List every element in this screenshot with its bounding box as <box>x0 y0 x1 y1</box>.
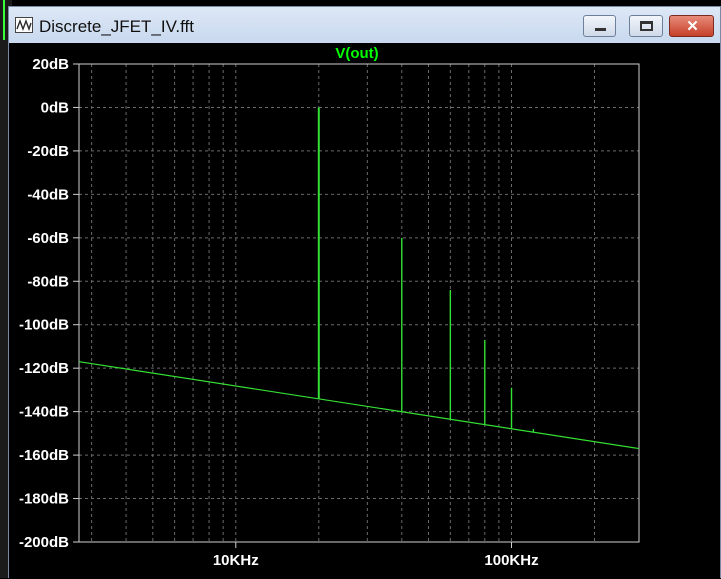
y-tick-label: 0dB <box>41 99 70 116</box>
y-tick-label: -40dB <box>27 186 69 203</box>
y-tick-label: -20dB <box>27 143 69 160</box>
y-tick-label: -140dB <box>19 404 69 421</box>
noise-floor-line <box>78 361 640 450</box>
chart-grid <box>79 63 639 543</box>
x-tick-label: 10KHz <box>213 552 259 569</box>
y-tick-label: -180dB <box>19 491 69 508</box>
y-axis: 20dB 0dB -20dB -40dB -60dB -80dB -100dB -120dB -… <box>19 56 79 551</box>
chart-title: V(out) <box>335 45 378 62</box>
y-tick-label: -60dB <box>27 230 69 247</box>
y-tick-label: -160dB <box>19 447 69 464</box>
y-tick-label: -200dB <box>19 534 69 551</box>
y-tick-label: 20dB <box>32 56 69 73</box>
y-tick-label: -100dB <box>19 317 69 334</box>
y-tick-label: -80dB <box>27 273 69 290</box>
y-tick-label: -120dB <box>19 360 69 377</box>
series-v-out <box>78 107 640 450</box>
fft-chart[interactable]: 20dB 0dB -20dB -40dB -60dB -80dB -100dB -120dB -… <box>0 0 721 578</box>
x-axis: 10KHz 100KHz <box>213 542 539 569</box>
x-tick-label: 100KHz <box>484 552 538 569</box>
plot-frame <box>78 63 640 543</box>
